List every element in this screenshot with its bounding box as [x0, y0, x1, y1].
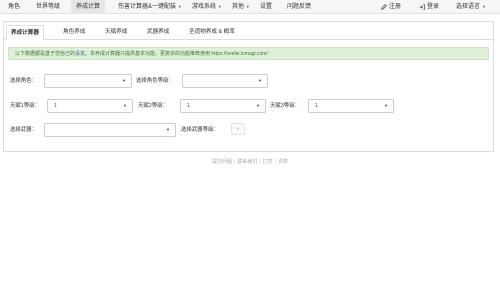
top-navbar: 角色 世界等级 养成计算 伤害计算器&一键配装 ▼ 游戏系统 ▼ 其他 ▼ 设置…	[0, 0, 500, 14]
nav-item-damage-calculator-label: 伤害计算器&一键配装	[118, 4, 177, 10]
nav-item-feedback[interactable]: 问题反馈	[287, 0, 311, 14]
character-label: 选择角色：	[10, 78, 37, 84]
info-notice: 以下数据都是基于您自己的设定。本养成计算器只提供基本功能，更复杂的功能推荐使用 …	[8, 47, 489, 60]
login-label: 登录	[427, 4, 440, 10]
footer-separator: |	[234, 159, 236, 165]
talent2-level-value: 1	[187, 103, 190, 109]
chevron-down-icon: ▼	[482, 4, 486, 9]
character-select[interactable]: ▼	[44, 74, 132, 88]
chevron-down-icon: ▼	[258, 78, 262, 83]
notice-text-before: 以下数据都是基于您自己的	[15, 51, 76, 57]
footer-links: 提交问题 | 联系我们 | 打赏 | 词表	[0, 158, 500, 165]
tab-talent-cultivation[interactable]: 天赋养成	[101, 25, 131, 40]
nav-item-settings[interactable]: 设置	[260, 0, 272, 14]
language-label: 选择语言	[456, 4, 481, 10]
footer-link-submit-issue[interactable]: 提交问题	[212, 159, 232, 165]
calculator-panel: 养成计算器 角色养成 天赋养成 武器养成 圣遗物养成 & 概率 以下数据都是基于…	[3, 21, 494, 152]
login-icon	[419, 4, 425, 10]
weapon-level-label: 选择武器等级：	[181, 127, 219, 133]
talent2-level-select[interactable]: 1 ▼	[180, 99, 266, 113]
chevron-down-icon: ▼	[217, 4, 222, 9]
talent3-level-label: 天赋3等级：	[270, 103, 300, 109]
weapon-label: 选择武器：	[10, 127, 37, 133]
weapon-select[interactable]: ▼	[44, 123, 176, 137]
talent3-level-value: 1	[315, 103, 318, 109]
talent1-level-value: 1	[54, 103, 57, 109]
nav-item-game-system-label: 游戏系统	[192, 4, 217, 10]
register-link[interactable]: 注册	[381, 0, 401, 14]
chevron-down-icon: ▼	[236, 126, 240, 131]
settings-link[interactable]: 设定	[75, 51, 85, 57]
footer-separator: |	[259, 159, 261, 165]
register-label: 注册	[389, 4, 402, 10]
chevron-down-icon: ▼	[245, 4, 250, 9]
chevron-down-icon: ▼	[384, 103, 388, 108]
talent3-level-select[interactable]: 1 ▼	[308, 99, 394, 113]
notice-text-after: 。本养成计算器只提供基本功能，更复杂的功能推荐使用 https://seelie…	[85, 51, 268, 57]
footer-link-donate[interactable]: 打赏	[263, 159, 273, 165]
nav-item-world-level[interactable]: 世界等级	[36, 0, 60, 14]
login-link[interactable]: 登录	[419, 0, 439, 14]
talent1-level-select[interactable]: 1 ▼	[47, 99, 133, 113]
tab-artifact-cultivation[interactable]: 圣遗物养成 & 概率	[185, 25, 239, 40]
edit-icon	[381, 4, 387, 10]
chevron-down-icon: ▼	[122, 78, 126, 83]
chevron-down-icon: ▼	[256, 103, 260, 108]
talent1-level-label: 天赋1等级：	[10, 103, 40, 109]
nav-item-other-label: 其他	[232, 4, 245, 10]
chevron-down-icon: ▼	[123, 103, 127, 108]
chevron-down-icon: ▼	[177, 4, 182, 9]
nav-item-damage-calculator[interactable]: 伤害计算器&一键配装 ▼	[118, 0, 182, 14]
nav-item-game-system[interactable]: 游戏系统 ▼	[192, 0, 222, 14]
chevron-down-icon: ▼	[166, 127, 170, 132]
nav-item-characters[interactable]: 角色	[8, 0, 20, 14]
footer-link-glossary[interactable]: 词表	[278, 159, 288, 165]
character-level-select[interactable]: ▼	[182, 74, 268, 88]
tab-bar: 养成计算器 角色养成 天赋养成 武器养成 圣遗物养成 & 概率	[4, 22, 493, 41]
nav-item-cultivation[interactable]: 养成计算	[71, 0, 106, 14]
talent2-level-label: 天赋2等级：	[138, 103, 168, 109]
weapon-level-select[interactable]: ▼	[231, 123, 245, 135]
nav-item-other[interactable]: 其他 ▼	[232, 0, 250, 14]
character-level-label: 选择角色等级：	[136, 78, 174, 84]
footer-separator: |	[274, 159, 276, 165]
tab-weapon-cultivation[interactable]: 武器养成	[143, 25, 173, 40]
language-selector[interactable]: 选择语言 ▼	[456, 0, 486, 14]
tab-character-cultivation[interactable]: 角色养成	[59, 25, 89, 40]
footer-link-contact[interactable]: 联系我们	[237, 159, 257, 165]
tab-cultivation-calculator[interactable]: 养成计算器	[6, 25, 44, 41]
